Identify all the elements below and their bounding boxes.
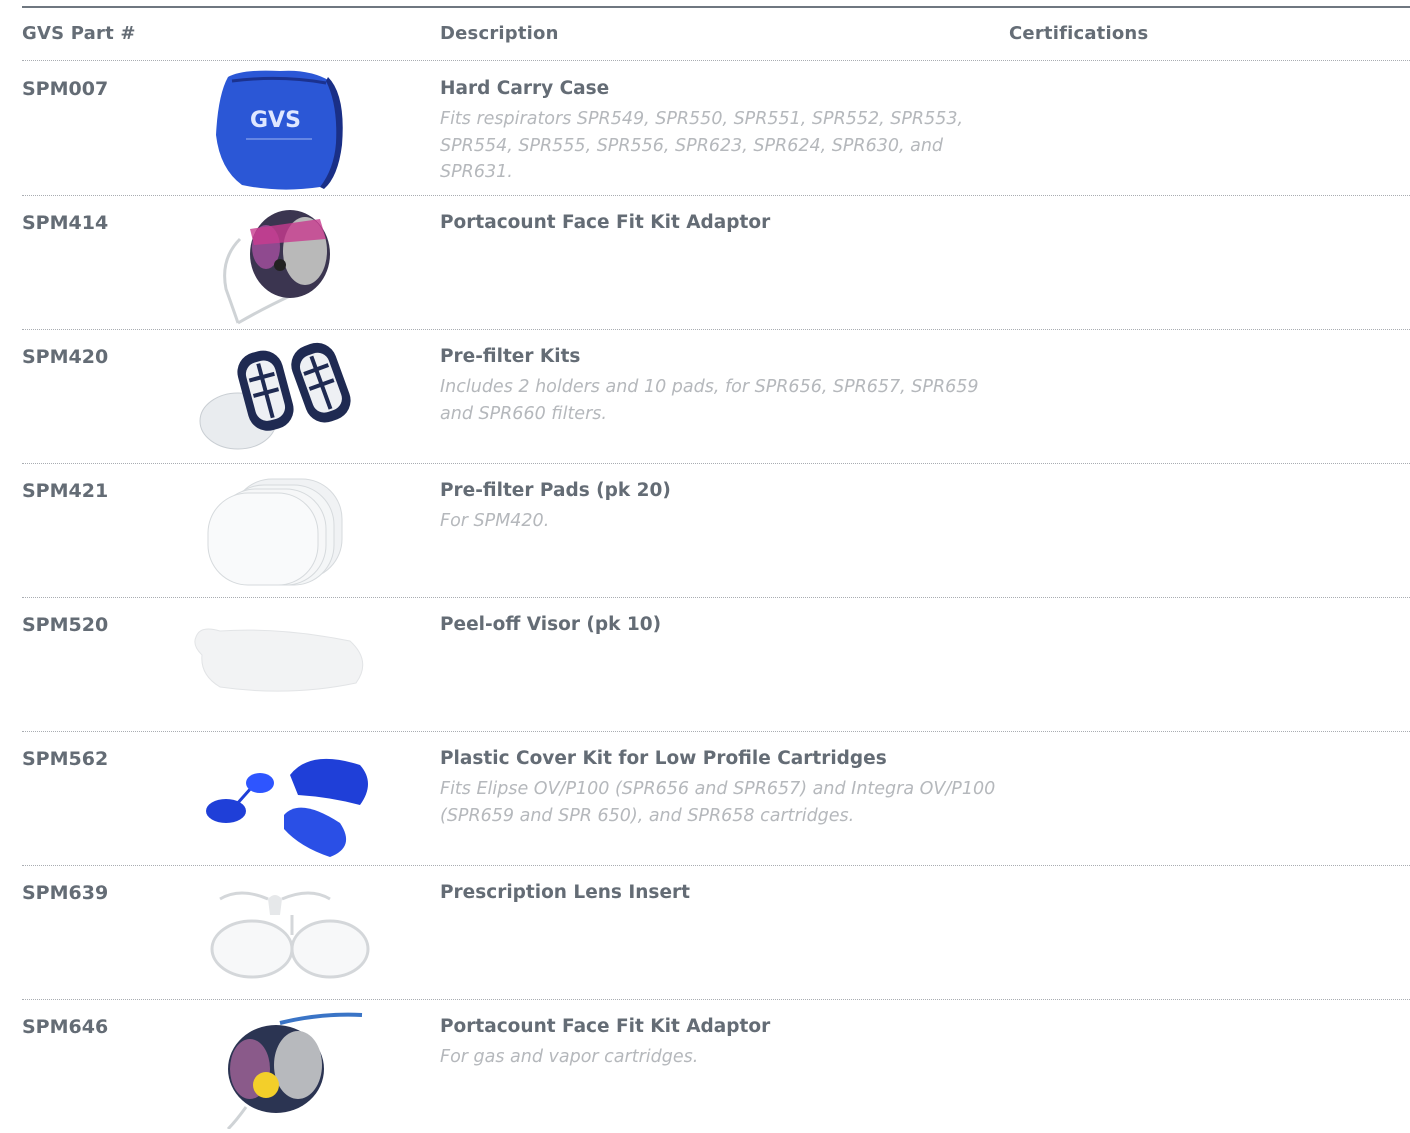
table-row: SPM562 Plastic Cover Kit for Low Profile… <box>22 731 1410 866</box>
product-title: Hard Carry Case <box>440 78 610 99</box>
table-row: SPM520 Peel-off Visor (pk 10) <box>22 597 1410 732</box>
half-mask-with-tube-image <box>180 199 370 325</box>
table-row: SPM639 Prescription Lens Insert <box>22 865 1410 1000</box>
product-title: Peel-off Visor (pk 10) <box>440 614 662 635</box>
part-number: SPM562 <box>22 748 109 770</box>
product-note: For SPM420. <box>440 511 550 531</box>
table-row: SPM420 Pre-filter Kits Includes 2 holder… <box>22 329 1410 464</box>
product-note: Includes 2 holders and 10 pads, for SPR6… <box>440 377 979 424</box>
product-note: Fits respirators SPR549, SPR550, SPR551,… <box>440 109 964 182</box>
part-number: SPM421 <box>22 480 109 502</box>
prefilter-pads-image <box>180 467 370 593</box>
header-description: Description <box>440 23 559 44</box>
prescription-lens-frame-image <box>180 869 370 995</box>
product-note: Fits Elipse OV/P100 (SPR656 and SPR657) … <box>440 779 996 826</box>
table-row: SPM646 Portacount Face Fit Kit Adaptor F… <box>22 999 1410 1133</box>
plastic-covers-image <box>180 735 370 861</box>
prefilter-holders-image <box>180 333 370 459</box>
product-note: For gas and vapor cartridges. <box>440 1047 699 1067</box>
product-title: Plastic Cover Kit for Low Profile Cartri… <box>440 748 887 769</box>
table-row: SPM414 Portacount Face Fit Kit Adaptor <box>22 195 1410 330</box>
peel-off-visor-image <box>180 601 370 727</box>
part-number: SPM414 <box>22 212 109 234</box>
product-title: Pre-filter Kits <box>440 346 581 367</box>
product-title: Prescription Lens Insert <box>440 882 690 903</box>
hard-carry-case-image: GVS <box>180 65 370 191</box>
mask-adaptor-image <box>180 1003 370 1129</box>
part-number: SPM007 <box>22 78 109 100</box>
product-title: Pre-filter Pads (pk 20) <box>440 480 671 501</box>
product-title: Portacount Face Fit Kit Adaptor <box>440 1016 771 1037</box>
part-number: SPM520 <box>22 614 109 636</box>
part-number: SPM420 <box>22 346 109 368</box>
part-number: SPM646 <box>22 1016 109 1038</box>
table-header-row: GVS Part # Description Certifications <box>22 8 1410 61</box>
header-part-number: GVS Part # <box>22 23 136 44</box>
table-row: SPM421 Pre-filter Pads (pk 20) For SPM42… <box>22 463 1410 598</box>
header-certifications: Certifications <box>1009 23 1149 44</box>
table-row: SPM007 GVS Hard Carry Case Fits respirat… <box>22 61 1410 196</box>
product-title: Portacount Face Fit Kit Adaptor <box>440 212 771 233</box>
part-number: SPM639 <box>22 882 109 904</box>
svg-text:GVS: GVS <box>250 108 301 133</box>
